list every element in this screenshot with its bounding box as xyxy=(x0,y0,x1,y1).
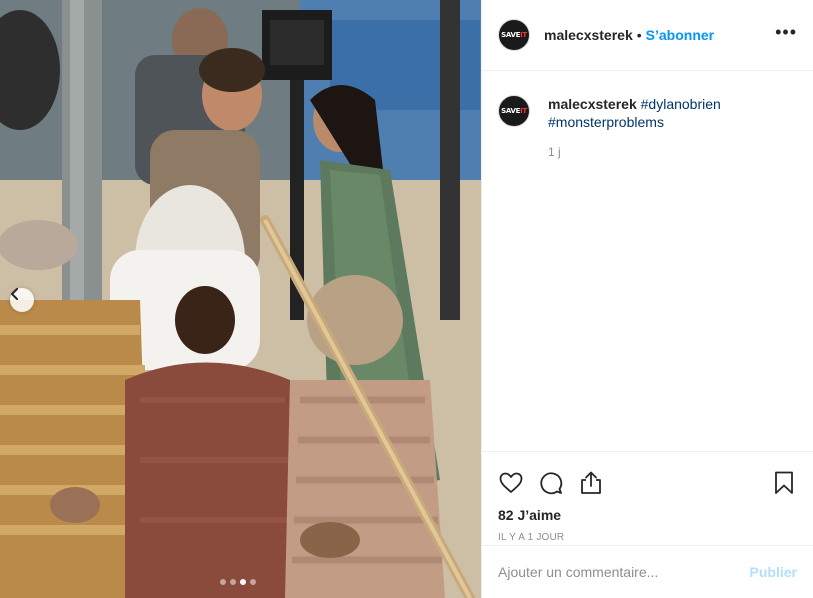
comment-bubble-icon xyxy=(540,472,563,495)
avatar-text: SAVE xyxy=(501,107,521,115)
caption-username[interactable]: malecxsterek xyxy=(548,96,637,112)
carousel-prev-button[interactable] xyxy=(10,288,34,312)
post-side-panel: SAVE IT malecxsterek • S’abonner ••• SAVE… xyxy=(481,0,813,598)
heart-icon xyxy=(499,472,523,493)
save-button[interactable] xyxy=(771,470,797,496)
carousel-dot xyxy=(250,579,256,585)
avatar-text-accent: IT xyxy=(520,31,527,39)
post-photo[interactable] xyxy=(0,0,481,598)
share-button[interactable] xyxy=(578,470,604,496)
carousel-dot xyxy=(220,579,226,585)
carousel-dot-active xyxy=(240,579,246,585)
like-button[interactable] xyxy=(498,470,524,496)
likes-count[interactable]: 82 J’aime xyxy=(482,507,813,523)
posted-ago[interactable]: IL Y A 1 JOUR xyxy=(482,532,813,543)
caption: SAVE IT malecxsterek #dylanobrien #monste… xyxy=(482,71,813,161)
action-bar xyxy=(482,452,813,502)
hashtag-link[interactable]: #dylanobrien xyxy=(641,96,721,112)
avatar[interactable]: SAVE IT xyxy=(498,19,530,51)
hashtag-link[interactable]: #monsterproblems xyxy=(548,114,664,130)
comment-input[interactable] xyxy=(498,564,750,580)
caption-avatar[interactable]: SAVE IT xyxy=(498,95,530,127)
header-username[interactable]: malecxsterek xyxy=(544,27,633,43)
carousel-dots xyxy=(220,579,256,585)
publish-button[interactable]: Publier xyxy=(750,564,797,580)
caption-body: malecxsterek #dylanobrien #monsterproble… xyxy=(548,95,721,161)
carousel-dot xyxy=(230,579,236,585)
avatar-text-accent: IT xyxy=(520,107,527,115)
actions-area: 82 J’aime IL Y A 1 JOUR xyxy=(482,451,813,543)
share-icon xyxy=(581,471,601,494)
bookmark-icon xyxy=(775,471,793,494)
avatar-text: SAVE xyxy=(501,31,521,39)
chevron-left-icon xyxy=(11,288,18,300)
post-header: SAVE IT malecxsterek • S’abonner ••• xyxy=(482,0,813,71)
photo-illustration xyxy=(0,0,481,598)
caption-time[interactable]: 1 j xyxy=(548,143,721,161)
add-comment-bar: Publier xyxy=(482,545,813,598)
more-options-icon[interactable]: ••• xyxy=(775,22,797,49)
comment-button[interactable] xyxy=(538,470,564,496)
header-separator: • xyxy=(636,27,642,43)
follow-button[interactable]: S’abonner xyxy=(646,27,714,43)
